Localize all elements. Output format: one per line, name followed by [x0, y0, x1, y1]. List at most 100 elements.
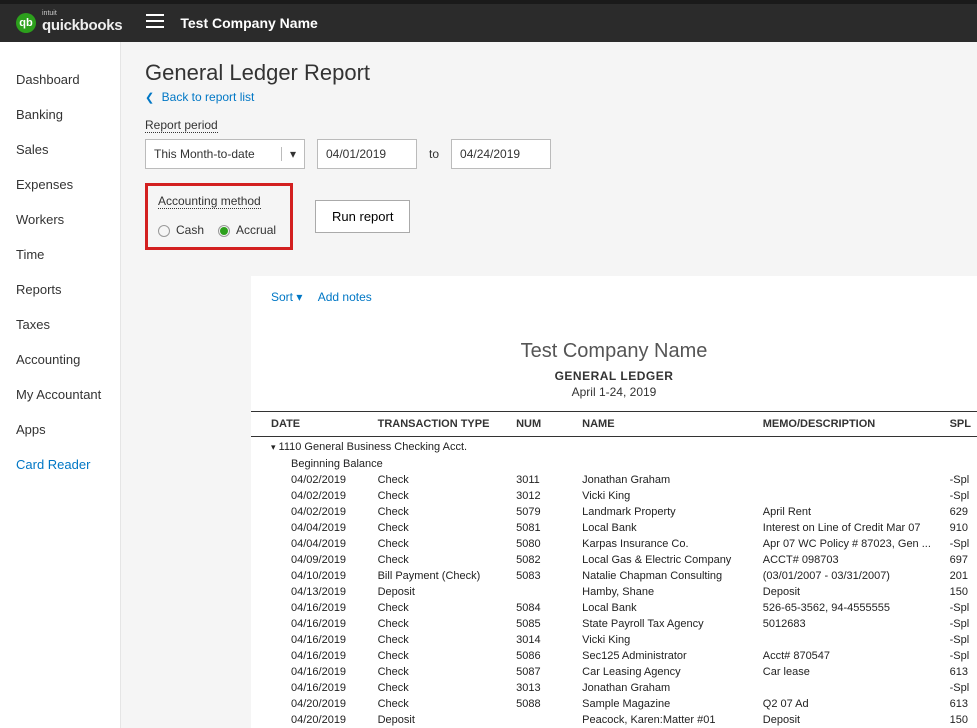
cell-type: Check	[372, 536, 511, 552]
table-row[interactable]: 04/02/2019Check3012Vicki King-Spl	[251, 488, 977, 504]
cell-name: Local Gas & Electric Company	[576, 552, 757, 568]
cell-type: Check	[372, 648, 511, 664]
table-row[interactable]: 04/16/2019Check5085State Payroll Tax Age…	[251, 616, 977, 632]
cell-num	[510, 584, 576, 600]
cell-memo: Deposit	[757, 712, 944, 728]
cell-num: 5079	[510, 504, 576, 520]
cell-type: Check	[372, 504, 511, 520]
cell-memo	[757, 632, 944, 648]
sidebar-item-taxes[interactable]: Taxes	[0, 307, 120, 342]
column-header[interactable]: NUM	[510, 412, 576, 437]
run-report-button[interactable]: Run report	[315, 200, 410, 233]
cell-date: 04/09/2019	[251, 552, 372, 568]
sidebar-item-sales[interactable]: Sales	[0, 132, 120, 167]
column-header[interactable]: DATE	[251, 412, 372, 437]
table-row[interactable]: 04/16/2019Check3014Vicki King-Spl	[251, 632, 977, 648]
cell-split: -Spl	[944, 680, 977, 696]
sidebar-item-accounting[interactable]: Accounting	[0, 342, 120, 377]
period-select[interactable]: This Month-to-date ▾	[145, 139, 305, 169]
cell-split: 629	[944, 504, 977, 520]
table-row[interactable]: 04/16/2019Check5084Local Bank526-65-3562…	[251, 600, 977, 616]
add-notes-link[interactable]: Add notes	[318, 290, 372, 304]
table-row[interactable]: 04/16/2019Check3013Jonathan Graham-Spl	[251, 680, 977, 696]
sort-link[interactable]: Sort ▾	[271, 290, 302, 304]
cell-name: Hamby, Shane	[576, 584, 757, 600]
cell-type: Check	[372, 696, 511, 712]
cell-name: Local Bank	[576, 520, 757, 536]
accounting-method-highlight: Accounting method Cash Accrual	[145, 183, 293, 250]
cell-num: 3011	[510, 472, 576, 488]
back-link[interactable]: Back to report list	[162, 90, 255, 104]
cell-type: Check	[372, 680, 511, 696]
sidebar-item-workers[interactable]: Workers	[0, 202, 120, 237]
cell-memo: 526-65-3562, 94-4555555	[757, 600, 944, 616]
cell-type: Check	[372, 632, 511, 648]
table-row[interactable]: 04/10/2019Bill Payment (Check)5083Natali…	[251, 568, 977, 584]
sidebar-item-expenses[interactable]: Expenses	[0, 167, 120, 202]
sidebar-item-time[interactable]: Time	[0, 237, 120, 272]
cell-date: 04/16/2019	[251, 680, 372, 696]
cell-name: Car Leasing Agency	[576, 664, 757, 680]
radio-cash[interactable]: Cash	[158, 223, 204, 237]
cell-name: Sample Magazine	[576, 696, 757, 712]
ledger-table: DATETRANSACTION TYPENUMNAMEMEMO/DESCRIPT…	[251, 411, 977, 728]
cell-date: 04/20/2019	[251, 712, 372, 728]
radio-accrual[interactable]: Accrual	[218, 223, 276, 237]
cell-memo	[757, 472, 944, 488]
cell-split: 910	[944, 520, 977, 536]
column-header[interactable]: MEMO/DESCRIPTION	[757, 412, 944, 437]
cell-num: 5086	[510, 648, 576, 664]
cell-type: Deposit	[372, 712, 511, 728]
cell-split: -Spl	[944, 488, 977, 504]
cell-num: 5080	[510, 536, 576, 552]
report-title: GENERAL LEDGER	[251, 369, 977, 383]
sidebar-item-banking[interactable]: Banking	[0, 97, 120, 132]
table-row[interactable]: 04/04/2019Check5081Local BankInterest on…	[251, 520, 977, 536]
date-from-input[interactable]: 04/01/2019	[317, 139, 417, 169]
cell-memo: ACCT# 098703	[757, 552, 944, 568]
cell-num: 5087	[510, 664, 576, 680]
table-row[interactable]: 04/02/2019Check3011Jonathan Graham-Spl	[251, 472, 977, 488]
cell-name: Vicki King	[576, 632, 757, 648]
cell-name: Vicki King	[576, 488, 757, 504]
cell-split: -Spl	[944, 632, 977, 648]
cell-num: 5088	[510, 696, 576, 712]
account-group-row[interactable]: ▾1110 General Business Checking Acct.	[251, 437, 977, 457]
cell-date: 04/16/2019	[251, 600, 372, 616]
table-row[interactable]: 04/04/2019Check5080Karpas Insurance Co.A…	[251, 536, 977, 552]
table-row[interactable]: 04/02/2019Check5079Landmark PropertyApri…	[251, 504, 977, 520]
cell-date: 04/02/2019	[251, 488, 372, 504]
cell-split: -Spl	[944, 472, 977, 488]
hamburger-icon[interactable]	[146, 14, 164, 33]
table-row[interactable]: 04/20/2019DepositPeacock, Karen:Matter #…	[251, 712, 977, 728]
column-header[interactable]: TRANSACTION TYPE	[372, 412, 511, 437]
cell-memo: (03/01/2007 - 03/31/2007)	[757, 568, 944, 584]
table-row[interactable]: 04/16/2019Check5087Car Leasing AgencyCar…	[251, 664, 977, 680]
chevron-down-icon: ▾	[281, 147, 296, 161]
table-row[interactable]: 04/20/2019Check5088Sample MagazineQ2 07 …	[251, 696, 977, 712]
cell-num: 3013	[510, 680, 576, 696]
date-to-input[interactable]: 04/24/2019	[451, 139, 551, 169]
cell-type: Check	[372, 472, 511, 488]
period-label: Report period	[145, 118, 218, 133]
cell-memo: Car lease	[757, 664, 944, 680]
sidebar-item-card-reader[interactable]: Card Reader	[0, 447, 120, 482]
table-row[interactable]: 04/09/2019Check5082Local Gas & Electric …	[251, 552, 977, 568]
report-company-name: Test Company Name	[251, 340, 977, 363]
sidebar-item-my-accountant[interactable]: My Accountant	[0, 377, 120, 412]
back-link-row[interactable]: ❮ Back to report list	[145, 88, 953, 106]
sidebar-item-reports[interactable]: Reports	[0, 272, 120, 307]
cell-type: Check	[372, 520, 511, 536]
sidebar-item-dashboard[interactable]: Dashboard	[0, 62, 120, 97]
column-header[interactable]: NAME	[576, 412, 757, 437]
table-row[interactable]: 04/13/2019DepositHamby, ShaneDeposit150	[251, 584, 977, 600]
caret-down-icon: ▾	[271, 442, 276, 452]
column-header[interactable]: SPL	[944, 412, 977, 437]
table-row[interactable]: 04/16/2019Check5086Sec125 AdministratorA…	[251, 648, 977, 664]
accounting-method-label: Accounting method	[158, 194, 261, 209]
cell-date: 04/16/2019	[251, 664, 372, 680]
page-title: General Ledger Report	[145, 60, 953, 86]
cell-name: State Payroll Tax Agency	[576, 616, 757, 632]
sidebar-item-apps[interactable]: Apps	[0, 412, 120, 447]
cell-num: 5084	[510, 600, 576, 616]
